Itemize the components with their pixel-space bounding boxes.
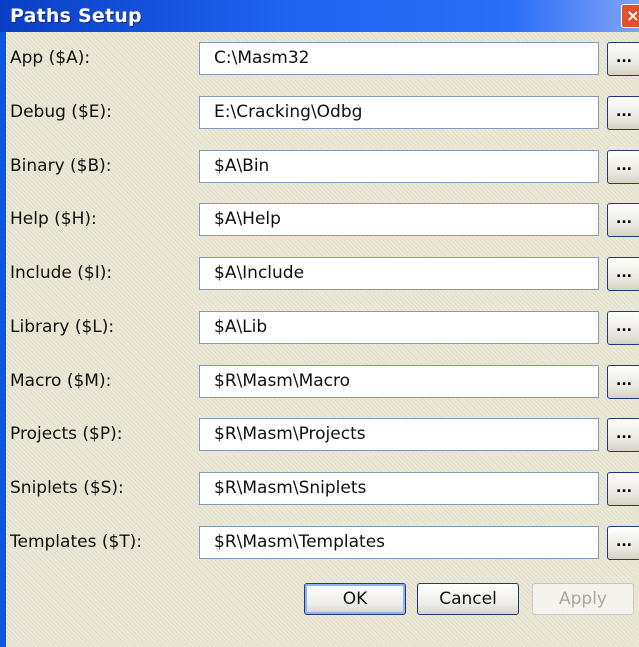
- close-icon: ×: [626, 6, 639, 25]
- label-library: Library ($L):: [10, 317, 115, 337]
- browse-button-library[interactable]: ...: [607, 311, 639, 345]
- label-app: App ($A):: [10, 48, 91, 68]
- browse-button-app[interactable]: ...: [607, 42, 639, 76]
- path-input-projects[interactable]: $R\Masm\Projects: [199, 418, 599, 451]
- window-title: Paths Setup: [10, 5, 142, 27]
- path-input-include[interactable]: $A\Include: [199, 257, 599, 290]
- label-templates: Templates ($T):: [10, 532, 143, 552]
- label-help: Help ($H):: [10, 209, 97, 229]
- path-input-debug[interactable]: E:\Cracking\Odbg: [199, 96, 599, 129]
- path-input-binary[interactable]: $A\Bin: [199, 150, 599, 183]
- path-input-library[interactable]: $A\Lib: [199, 311, 599, 344]
- path-input-sniplets[interactable]: $R\Masm\Sniplets: [199, 472, 599, 505]
- browse-button-include[interactable]: ...: [607, 257, 639, 291]
- ok-button[interactable]: OK: [304, 583, 406, 615]
- browse-button-macro[interactable]: ...: [607, 365, 639, 399]
- path-input-macro[interactable]: $R\Masm\Macro: [199, 365, 599, 398]
- title-bar: Paths Setup ×: [0, 0, 639, 32]
- browse-button-debug[interactable]: ...: [607, 96, 639, 130]
- label-include: Include ($I):: [10, 263, 113, 283]
- label-projects: Projects ($P):: [10, 424, 123, 444]
- window-left-border: [0, 32, 6, 647]
- path-input-app[interactable]: C:\Masm32: [199, 42, 599, 75]
- browse-button-sniplets[interactable]: ...: [607, 472, 639, 506]
- browse-button-templates[interactable]: ...: [607, 526, 639, 560]
- label-debug: Debug ($E):: [10, 102, 112, 122]
- label-sniplets: Sniplets ($S):: [10, 478, 124, 498]
- label-macro: Macro ($M):: [10, 371, 112, 391]
- path-input-help[interactable]: $A\Help: [199, 203, 599, 236]
- path-input-templates[interactable]: $R\Masm\Templates: [199, 526, 599, 559]
- browse-button-help[interactable]: ...: [607, 203, 639, 237]
- apply-button[interactable]: Apply: [532, 583, 634, 615]
- browse-button-binary[interactable]: ...: [607, 150, 639, 184]
- cancel-button[interactable]: Cancel: [417, 583, 519, 615]
- close-button[interactable]: ×: [621, 4, 639, 28]
- browse-button-projects[interactable]: ...: [607, 418, 639, 452]
- label-binary: Binary ($B):: [10, 156, 112, 176]
